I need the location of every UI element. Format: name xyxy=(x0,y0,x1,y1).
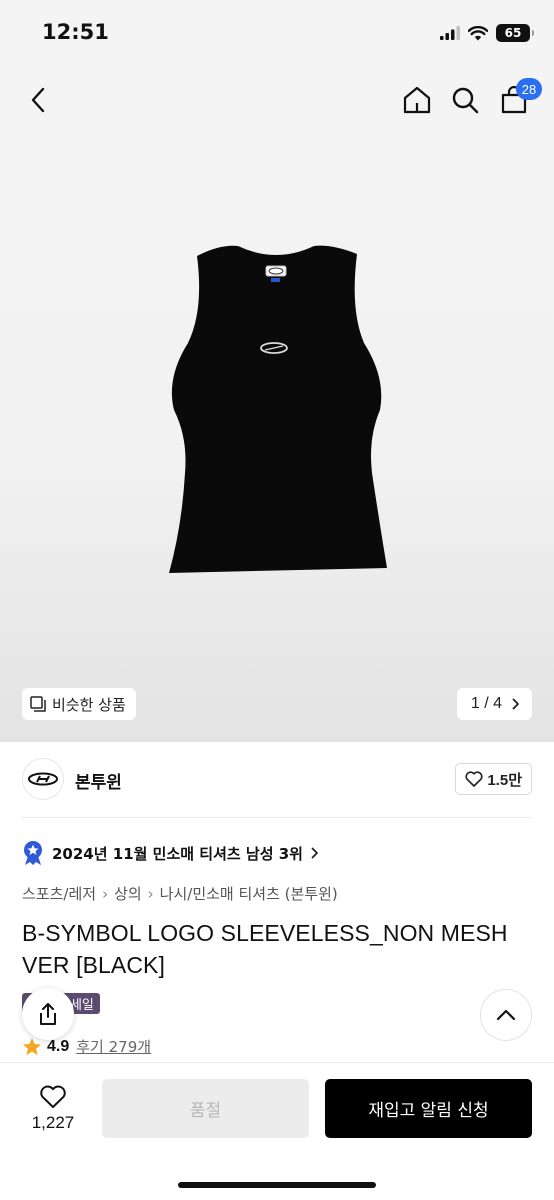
ranking-text: 2024년 11월 민소매 티셔츠 남성 3위 xyxy=(52,844,303,863)
scroll-top-button[interactable] xyxy=(480,989,532,1041)
soldout-label: 품절 xyxy=(189,1101,222,1121)
battery-indicator: 65 xyxy=(496,24,534,42)
medal-icon xyxy=(24,841,42,865)
restock-alert-label: 재입고 알림 신청 xyxy=(368,1101,489,1121)
wifi-icon xyxy=(468,25,488,40)
breadcrumb-item[interactable]: 상의 xyxy=(114,883,142,904)
breadcrumb-separator-icon: › xyxy=(147,884,154,903)
share-button[interactable] xyxy=(22,988,74,1040)
similar-products-button[interactable]: 비슷한 상품 xyxy=(22,688,136,720)
share-icon xyxy=(40,1003,56,1025)
breadcrumb-item[interactable]: 스포츠/레저 xyxy=(22,883,96,904)
star-icon xyxy=(23,1037,41,1055)
review-count-link[interactable]: 후기 279개 xyxy=(76,1036,151,1057)
home-indicator xyxy=(178,1182,376,1188)
search-icon xyxy=(452,87,479,114)
heart-icon xyxy=(465,771,483,787)
ranking-link[interactable]: 2024년 11월 민소매 티셔츠 남성 3위 xyxy=(22,839,319,867)
breadcrumb: 스포츠/레저 › 상의 › 나시/민소매 티셔츠 (본투윈) xyxy=(22,883,338,904)
breadcrumb-separator-icon: › xyxy=(102,884,109,903)
product-image[interactable] xyxy=(160,238,390,578)
back-button[interactable] xyxy=(18,80,58,120)
wishlist-count: 1,227 xyxy=(31,1113,75,1132)
product-title: B-SYMBOL LOGO SLEEVELESS_NON MESH VER [B… xyxy=(22,920,508,978)
divider xyxy=(22,817,532,818)
chevron-up-icon xyxy=(496,1009,516,1021)
product-gallery[interactable]: 12:51 65 28 비슷한 상품 1 / 4 xyxy=(0,0,554,742)
brand-logo[interactable] xyxy=(22,758,64,800)
back-arrow-icon xyxy=(31,87,45,113)
status-bar: 12:51 65 xyxy=(0,0,554,66)
image-counter[interactable]: 1 / 4 xyxy=(456,688,532,720)
status-icons: 65 xyxy=(440,22,534,44)
brand-like-count: 1.5만 xyxy=(487,771,522,789)
brand-logo-icon xyxy=(28,772,58,786)
chevron-right-icon xyxy=(311,847,318,859)
signal-icon xyxy=(440,26,460,40)
cart-count-badge: 28 xyxy=(516,78,542,100)
home-button[interactable] xyxy=(397,80,437,120)
cart-button[interactable]: 28 xyxy=(494,78,542,120)
similar-products-label: 비슷한 상품 xyxy=(52,695,126,714)
similar-icon xyxy=(30,696,46,712)
rating-value: 4.9 xyxy=(47,1037,70,1055)
image-counter-text: 1 / 4 xyxy=(470,695,502,712)
breadcrumb-item[interactable]: 나시/민소매 티셔츠 (본투윈) xyxy=(160,883,338,904)
brand-name[interactable]: 본투윈 xyxy=(75,768,122,793)
chevron-right-icon xyxy=(512,698,519,710)
status-time: 12:51 xyxy=(42,20,109,44)
restock-alert-button[interactable]: 재입고 알림 신청 xyxy=(325,1079,532,1138)
heart-icon xyxy=(40,1085,66,1108)
brand-like-button[interactable]: 1.5만 xyxy=(455,763,532,795)
search-button[interactable] xyxy=(445,80,485,120)
home-icon xyxy=(403,86,431,114)
wishlist-button[interactable]: 1,227 xyxy=(22,1078,84,1140)
soldout-button: 품절 xyxy=(102,1079,309,1138)
